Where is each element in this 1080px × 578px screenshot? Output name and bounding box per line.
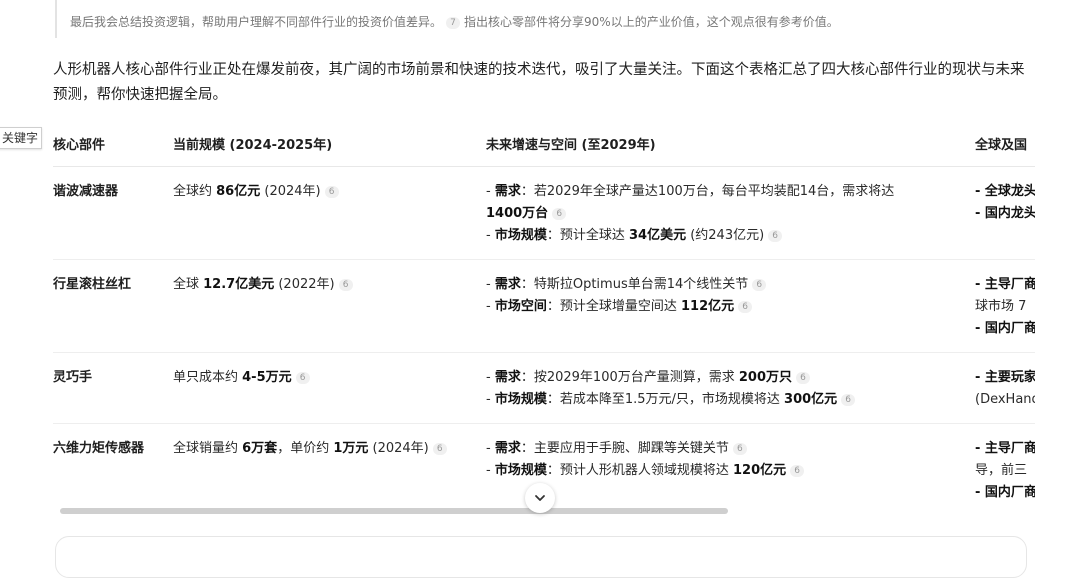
current-scale: 全球销量约 6万套，单价约 1万元 (2024年) 6 [173, 423, 486, 500]
quoted-thinking: 最后我会总结投资逻辑，帮助用户理解不同部件行业的投资价值差异。 7 指出核心零部件将… [55, 0, 1047, 38]
keyword-tag[interactable]: 关键字 [0, 127, 43, 149]
component-name: 谐波减速器 [53, 166, 173, 260]
global-players: - 全球龙头 - 国内龙头 [975, 166, 1035, 260]
global-players: - 主要玩家 (DexHand [975, 352, 1035, 424]
header-current-scale: 当前规模 (2024-2025年) [173, 120, 486, 167]
citation-badge[interactable]: 6 [338, 279, 353, 291]
component-name: 六维力矩传感器 [53, 423, 173, 500]
citation-badge[interactable]: 6 [432, 443, 447, 455]
citation-badge[interactable]: 6 [324, 186, 339, 198]
table-row: 灵巧手 单只成本约 4-5万元 6 - 需求：按2029年100万台产量测算，需求… [53, 352, 1035, 424]
header-future-growth: 未来增速与空间 (至2029年) [486, 120, 975, 167]
citation-badge[interactable]: 6 [790, 465, 805, 477]
component-name: 行星滚柱丝杠 [53, 259, 173, 353]
citation-badge[interactable]: 6 [752, 279, 767, 291]
current-scale: 全球约 86亿元 (2024年) 6 [173, 166, 486, 260]
citation-badge[interactable]: 6 [552, 208, 567, 220]
future-growth: - 需求：若2029年全球产量达100万台，每台平均装配14台，需求将达 140… [486, 166, 975, 260]
horizontal-scrollbar[interactable] [60, 508, 728, 514]
global-players: - 主导厂商 球市场 7 - 国内厂商 [975, 259, 1035, 353]
intro-paragraph: 人形机器人核心部件行业正处在爆发前夜，其广阔的市场前景和快速的技术迭代，吸引了大… [53, 62, 1025, 103]
table-container[interactable]: 核心部件 当前规模 (2024-2025年) 未来增速与空间 (至2029年) … [53, 120, 1035, 500]
future-growth: - 需求：按2029年100万台产量测算，需求 200万只 6 - 市场规模：若成… [486, 352, 975, 424]
scroll-down-button[interactable] [525, 483, 555, 513]
citation-badge[interactable]: 6 [796, 372, 811, 384]
current-scale: 单只成本约 4-5万元 6 [173, 352, 486, 424]
chevron-down-icon [535, 495, 545, 501]
global-players: - 主导厂商 导，前三 - 国内厂商 [975, 423, 1035, 500]
header-component: 核心部件 [53, 120, 173, 167]
components-table: 核心部件 当前规模 (2024-2025年) 未来增速与空间 (至2029年) … [53, 120, 1035, 500]
citation-badge[interactable]: 7 [446, 17, 461, 29]
citation-badge[interactable]: 6 [768, 230, 783, 242]
header-global: 全球及国 [975, 120, 1035, 167]
future-growth: - 需求：特斯拉Optimus单台需14个线性关节 6 - 市场空间：预计全球增量… [486, 259, 975, 353]
current-scale: 全球 12.7亿美元 (2022年) 6 [173, 259, 486, 353]
component-name: 灵巧手 [53, 352, 173, 424]
citation-badge[interactable]: 6 [738, 301, 753, 313]
citation-badge[interactable]: 6 [732, 443, 747, 455]
table-row: 谐波减速器 全球约 86亿元 (2024年) 6 - 需求：若2029年全球产量达… [53, 166, 1035, 260]
quote-text: 最后我会总结投资逻辑，帮助用户理解不同部件行业的投资价值差异。 7 指出核心零部件将… [70, 15, 839, 29]
table-row: 行星滚柱丝杠 全球 12.7亿美元 (2022年) 6 - 需求：特斯拉Optim… [53, 259, 1035, 353]
future-growth: - 需求：主要应用于手腕、脚踝等关键关节 6 - 市场规模：预计人形机器人领域规模… [486, 423, 975, 500]
citation-badge[interactable]: 6 [295, 372, 310, 384]
table-header-row: 核心部件 当前规模 (2024-2025年) 未来增速与空间 (至2029年) … [53, 120, 1035, 167]
chat-input-box[interactable] [55, 536, 1027, 578]
citation-badge[interactable]: 6 [841, 394, 856, 406]
